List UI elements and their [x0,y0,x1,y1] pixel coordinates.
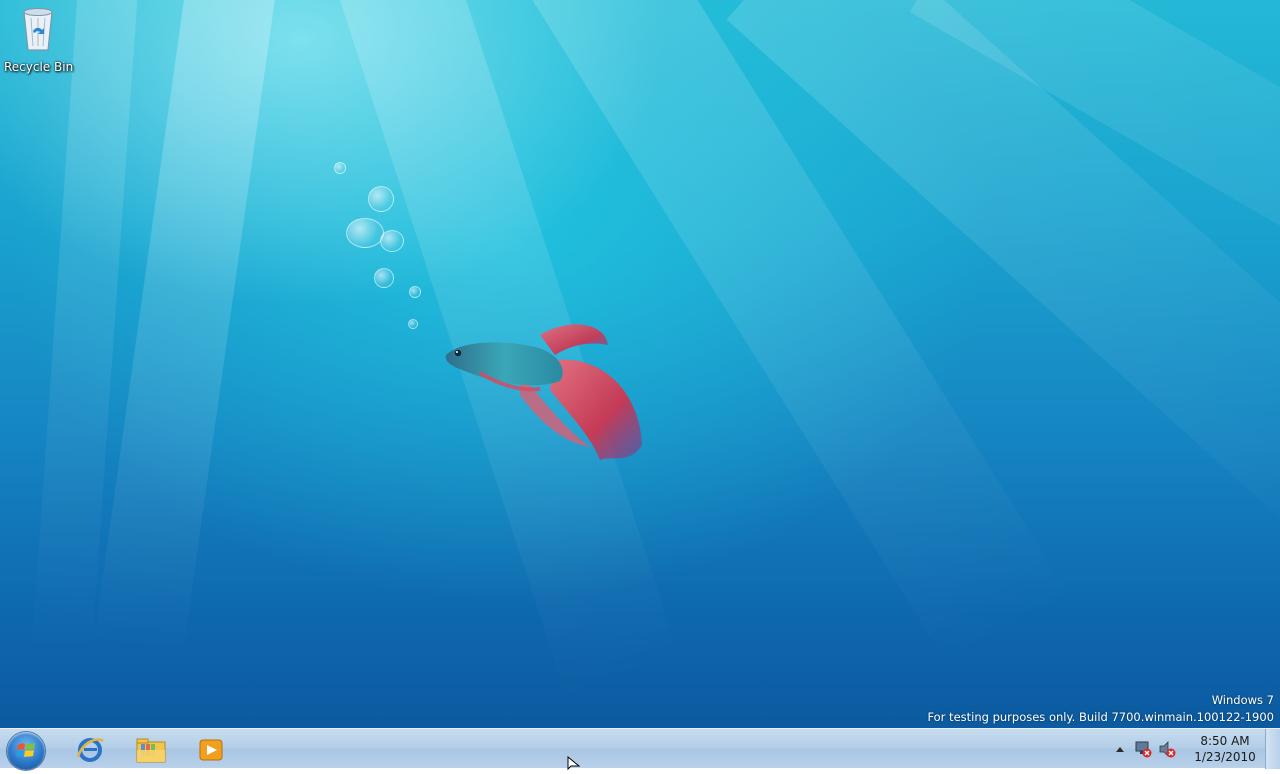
desktop: Recycle Bin Windows 7 For testing purpos… [0,0,1280,728]
clock[interactable]: 8:50 AM 1/23/2010 [1190,733,1260,765]
recycle-bin-icon [23,8,53,51]
show-hidden-icons-button[interactable] [1110,729,1130,769]
windows-explorer-button[interactable] [123,732,179,768]
internet-explorer-button[interactable] [62,732,118,768]
clock-time: 8:50 AM [1200,734,1250,748]
clock-date: 1/23/2010 [1194,750,1256,764]
watermark-build-info: For testing purposes only. Build 7700.wi… [927,710,1274,724]
network-disconnected-icon [1135,741,1152,758]
taskbar: 8:50 AM 1/23/2010 [0,728,1280,770]
start-button[interactable] [7,732,45,770]
bubble [368,186,394,212]
bubble [374,268,394,288]
watermark-os-name: Windows 7 [1211,693,1274,707]
recycle-bin-shortcut[interactable]: Recycle Bin [4,6,74,74]
internet-explorer-icon [76,738,104,762]
folder-library-icon [136,738,166,763]
network-status-button[interactable] [1132,729,1154,769]
show-desktop-button[interactable] [1265,729,1280,769]
bubble [334,162,346,174]
bubble [408,319,418,329]
volume-muted-icon [1159,741,1176,758]
build-watermark: Windows 7 For testing purposes only. Bui… [927,692,1274,726]
show-hidden-icons-arrow-icon [1116,747,1124,752]
media-player-button[interactable] [183,732,239,768]
bubble [346,218,384,248]
notification-area: 8:50 AM 1/23/2010 [1110,729,1280,769]
bubble [380,230,404,252]
bubble [409,286,421,298]
volume-button[interactable] [1156,729,1178,769]
recycle-bin-label: Recycle Bin [4,60,74,74]
media-player-icon [199,739,223,761]
windows-orb-icon [16,743,35,757]
betta-fish-image [445,324,642,460]
